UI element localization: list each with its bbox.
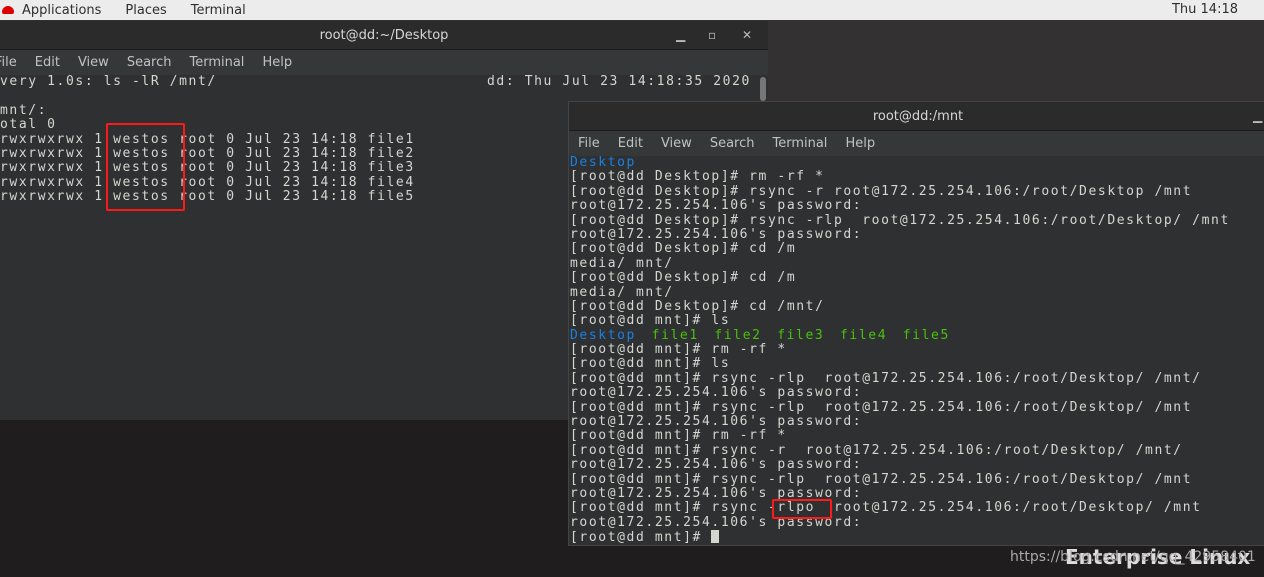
output-line: [root@dd mnt]# ls <box>570 313 731 329</box>
output-line: root@172.25.254.106's password: <box>570 226 863 242</box>
terminal-output[interactable]: Desktop [root@dd Desktop]# rm -rf * [root… <box>569 155 1264 546</box>
menu-edit[interactable]: Edit <box>618 136 643 151</box>
window-title-bar[interactable]: root@dd:~/Desktop ▁ ▫ ✕ <box>0 21 768 50</box>
top-bar: Applications Places Terminal Thu 14:18 <box>0 0 1264 20</box>
watermark-url: https://blog.csdn.net/qq_42958401 <box>1010 549 1256 565</box>
output-line: root@172.25.254.106's password: <box>570 198 863 214</box>
output-line: root@172.25.254.106's password: <box>570 414 863 430</box>
minimize-icon[interactable]: ▁ <box>1253 109 1262 123</box>
menu-view[interactable]: View <box>78 55 109 70</box>
menu-bar: File Edit View Search Terminal Help <box>569 131 1264 156</box>
file-entry: file5 <box>902 327 950 343</box>
menu-search[interactable]: Search <box>710 136 755 151</box>
window-title: root@dd:/mnt <box>872 108 964 124</box>
output-line: media/ mnt/ <box>570 255 674 271</box>
output-line: root@172.25.254.106's password: <box>570 485 863 501</box>
menu-file[interactable]: File <box>0 55 17 70</box>
output-line: [root@dd mnt]# rsync -rlp root@172.25.25… <box>570 399 1193 415</box>
output-line: [root@dd mnt]# rsync -rlpo root@172.25.2… <box>570 500 1202 516</box>
output-line: [root@dd mnt]# rsync -r root@172.25.254.… <box>570 442 1183 458</box>
watermark: https://blog.csdn.net/qq_42958401 Enterpr… <box>1010 545 1256 569</box>
output-line: [root@dd mnt]# rm -rf * <box>570 342 787 358</box>
window-title-bar[interactable]: root@dd:/mnt ▁ <box>569 102 1264 131</box>
window-title: root@dd:~/Desktop <box>319 27 449 43</box>
prompt: [root@dd mnt]# <box>570 530 712 546</box>
dir-entry: Desktop <box>570 155 636 170</box>
output-line: [root@dd mnt]# rsync -rlp root@172.25.25… <box>570 370 1202 386</box>
output-line: media/ mnt/ <box>570 284 674 300</box>
minimize-icon[interactable]: ▁ <box>676 28 685 42</box>
highlight-box-owner <box>106 123 185 211</box>
watch-header: very 1.0s: ls -lR /mnt/ <box>0 74 217 89</box>
terminal-window-mnt: root@dd:/mnt ▁ File Edit View Search Termina… <box>568 101 1264 546</box>
file-entry: file3 <box>777 327 825 343</box>
output-line: [root@dd Desktop]# cd /m <box>570 270 797 286</box>
cursor <box>711 530 720 544</box>
menu-search[interactable]: Search <box>127 55 172 70</box>
menu-help[interactable]: Help <box>845 136 875 151</box>
maximize-icon[interactable]: ▫ <box>708 28 716 42</box>
output-line: [root@dd Desktop]# cd /m <box>570 241 797 257</box>
output-line: root@172.25.254.106's password: <box>570 457 863 473</box>
output-line: [root@dd mnt]# ls <box>570 356 731 372</box>
output-line: [root@dd mnt]# rsync -rlp root@172.25.25… <box>570 471 1193 487</box>
output-line: [root@dd Desktop]# cd /mnt/ <box>570 298 825 314</box>
watch-timestamp: dd: Thu Jul 23 14:18:35 2020 <box>487 74 751 89</box>
output-line: [root@dd Desktop]# rsync -rlp root@172.2… <box>570 212 1230 228</box>
file-entry: file1 <box>651 327 699 343</box>
output-line: root@172.25.254.106's password: <box>570 385 863 401</box>
output-line: [root@dd Desktop]# rm -rf * <box>570 169 825 185</box>
terminal-app-menu[interactable]: Terminal <box>191 3 246 18</box>
places-menu[interactable]: Places <box>125 3 166 18</box>
menu-help[interactable]: Help <box>262 55 292 70</box>
clock[interactable]: Thu 14:18 <box>1172 2 1238 17</box>
highlight-box-option <box>772 499 832 519</box>
menu-file[interactable]: File <box>578 136 600 151</box>
menu-bar: File Edit View Search Terminal Help <box>0 50 768 75</box>
applications-menu[interactable]: Applications <box>22 3 101 18</box>
output-line: [root@dd mnt]# rm -rf * <box>570 428 787 444</box>
output-line: root@172.25.254.106's password: <box>570 514 863 530</box>
scrollbar[interactable] <box>760 77 766 101</box>
output-line: [root@dd Desktop]# rsync -r root@172.25.… <box>570 183 1193 199</box>
close-icon[interactable]: ✕ <box>742 28 752 42</box>
file-entry: file2 <box>714 327 762 343</box>
redhat-icon <box>2 6 14 14</box>
menu-edit[interactable]: Edit <box>35 55 60 70</box>
file-entry: file4 <box>839 327 888 343</box>
dir-entry: Desktop <box>570 327 636 343</box>
menu-terminal[interactable]: Terminal <box>772 136 827 151</box>
menu-view[interactable]: View <box>661 136 692 151</box>
menu-terminal[interactable]: Terminal <box>189 55 244 70</box>
